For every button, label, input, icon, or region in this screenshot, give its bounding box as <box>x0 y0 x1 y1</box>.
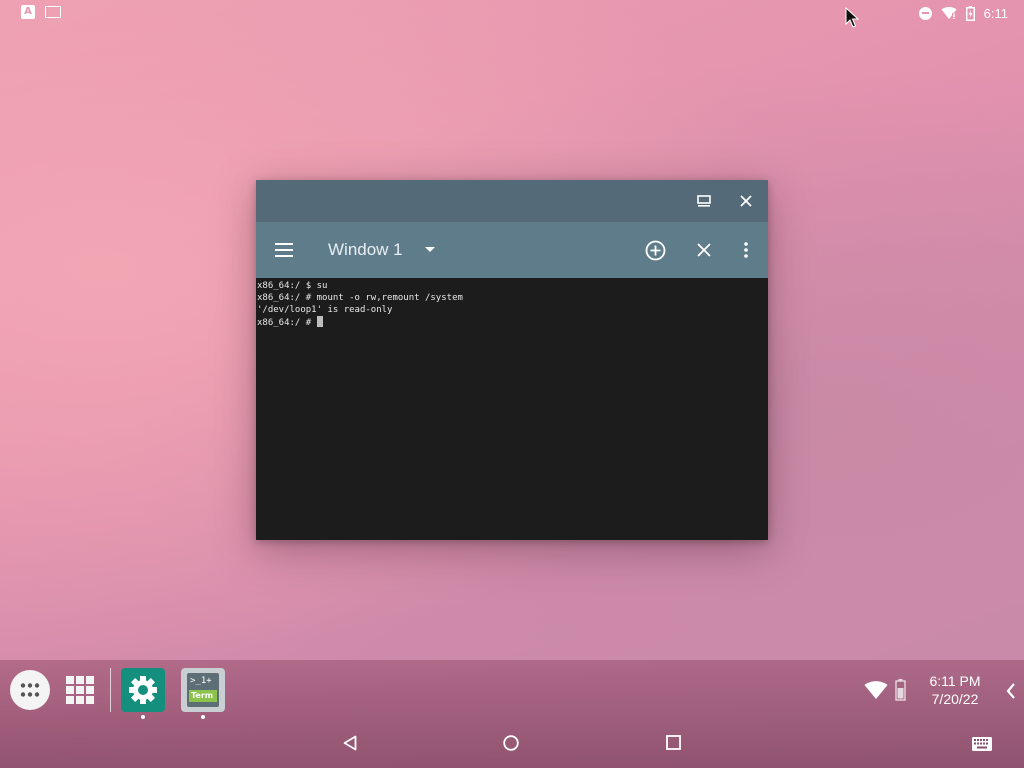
text-cursor <box>316 316 323 327</box>
taskbar: >_1+ Term 6:11 PM 7/20/22 <box>0 660 1024 768</box>
running-indicator <box>141 715 145 719</box>
running-indicator <box>201 715 205 719</box>
terminal-icon-term: Term <box>191 691 214 700</box>
window-caption-bar[interactable] <box>256 180 768 222</box>
settings-app-button[interactable] <box>121 668 165 712</box>
menu-icon[interactable] <box>270 238 298 262</box>
app-drawer-button[interactable] <box>10 670 50 710</box>
terminal-prompt: x86_64:/ # <box>257 318 317 328</box>
window-grid-icon[interactable] <box>66 676 94 704</box>
terminal-window: Window 1 x86_64:/ $ su x86_64:/ # mount … <box>256 180 768 540</box>
status-icons: 6:11 <box>918 3 1008 23</box>
window-selector-title[interactable]: Window 1 <box>328 240 403 260</box>
battery-icon <box>965 5 975 21</box>
wifi-icon[interactable] <box>864 680 888 700</box>
chevron-left-icon[interactable] <box>1006 683 1016 699</box>
mouse-pointer-icon <box>845 7 859 28</box>
terminal-output[interactable]: x86_64:/ $ su x86_64:/ # mount -o rw,rem… <box>256 278 768 540</box>
dropdown-arrow-icon[interactable] <box>420 240 440 260</box>
terminal-line: '/dev/loop1' is read-only <box>257 305 393 315</box>
battery-icon[interactable] <box>895 679 906 701</box>
taskbar-time: 6:11 PM <box>929 673 981 689</box>
home-icon[interactable] <box>503 735 519 751</box>
terminal-icon: >_1+ Term <box>187 673 219 707</box>
back-icon[interactable] <box>343 735 357 751</box>
status-clock: 6:11 <box>983 5 1008 21</box>
gear-icon <box>129 676 157 704</box>
status-bar: A 6:11 <box>0 0 1024 26</box>
taskbar-divider <box>110 668 111 712</box>
add-window-icon[interactable] <box>642 237 668 263</box>
do-not-disturb-icon <box>918 6 932 20</box>
overflow-menu-icon[interactable] <box>736 237 756 263</box>
wifi-icon <box>941 7 957 20</box>
terminal-app-button[interactable]: >_1+ Term <box>181 668 225 712</box>
terminal-app-bar: Window 1 <box>256 222 768 278</box>
recents-icon[interactable] <box>666 735 681 750</box>
terminal-line: x86_64:/ $ su <box>257 281 328 291</box>
close-icon[interactable] <box>734 189 758 213</box>
apps-dots-icon <box>20 683 40 697</box>
terminal-icon-label: >_1+ <box>190 676 212 686</box>
keyboard-icon[interactable] <box>972 737 992 751</box>
taskbar-date: 7/20/22 <box>931 691 979 707</box>
screenshot-icon <box>45 6 61 18</box>
terminal-line: x86_64:/ # mount -o rw,remount /system <box>257 293 463 303</box>
restore-icon[interactable] <box>692 189 716 213</box>
terminal-prompt-line: x86_64:/ # <box>257 316 767 328</box>
keyboard-a-icon: A <box>21 5 35 19</box>
close-window-icon[interactable] <box>691 237 717 263</box>
taskbar-clock[interactable]: 6:11 PM 7/20/22 <box>920 672 990 708</box>
